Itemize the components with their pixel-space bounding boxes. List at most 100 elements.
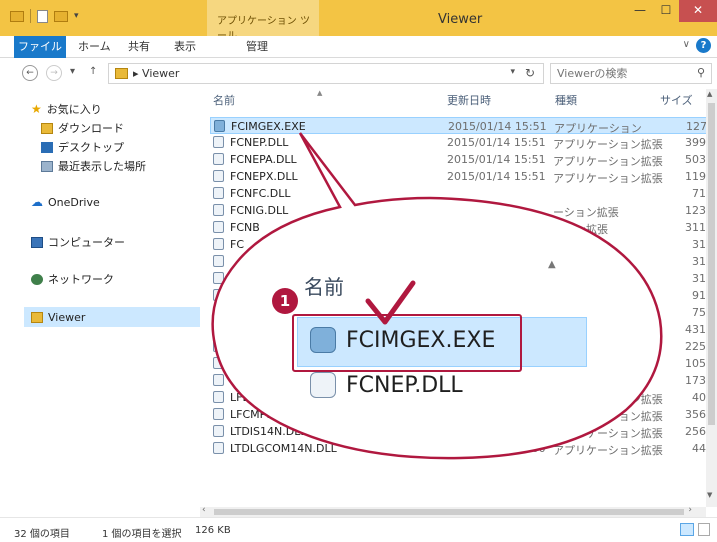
nav-computer[interactable]: コンピューター xyxy=(31,234,125,250)
table-row[interactable]: 91 xyxy=(210,287,706,304)
file-name: FCNFC.DLL xyxy=(230,187,291,200)
table-row[interactable]: FCNB ション拡張 311 xyxy=(210,219,706,236)
address-bar[interactable]: ▸ Viewer ▾ ↻ xyxy=(108,63,544,84)
table-row[interactable]: 431 xyxy=(210,321,706,338)
table-row[interactable]: LFCMP14N.DLL 2:00 アプリケーション拡張 356 xyxy=(210,406,706,423)
table-row[interactable]: FCNEP.DLL 2015/01/14 15:51 アプリケーション拡張 399 xyxy=(210,134,706,151)
file-name: LFBMP14N.DLL xyxy=(230,391,313,404)
nav-label: コンピューター xyxy=(48,236,125,249)
file-date: 2015/01/14 15:51 xyxy=(447,170,546,183)
quick-access-toolbar: ▾ xyxy=(10,9,79,23)
search-box[interactable]: ⚲ xyxy=(550,63,712,84)
maximize-button[interactable]: ☐ xyxy=(653,0,679,22)
table-row[interactable]: 31 xyxy=(210,270,706,287)
table-row[interactable]: IK 拡張 105 xyxy=(210,355,706,372)
nav-recent[interactable]: 最近表示した場所 xyxy=(41,158,146,174)
nav-downloads[interactable]: ダウンロード xyxy=(41,120,124,136)
file-date: 2:00 xyxy=(447,408,472,421)
context-tab-header: アプリケーション ツール xyxy=(207,0,319,42)
scroll-up-icon[interactable]: ▲ xyxy=(707,90,712,98)
file-name: FCNEPA.DLL xyxy=(230,153,297,166)
close-button[interactable]: ✕ xyxy=(679,0,717,22)
dll-file-icon xyxy=(213,442,224,454)
nav-label: OneDrive xyxy=(48,195,100,209)
column-header-size[interactable]: サイズ xyxy=(660,92,693,108)
tab-home[interactable]: ホーム xyxy=(78,38,111,56)
tab-manage[interactable]: 管理 xyxy=(246,38,268,56)
table-row[interactable]: LFBMP14N.DLL アプリケーション拡張 40 xyxy=(210,389,706,406)
tab-view[interactable]: 表示 xyxy=(174,38,196,56)
file-size: 91 xyxy=(692,289,706,302)
column-header-type[interactable]: 種類 xyxy=(555,92,577,108)
back-button[interactable]: ← xyxy=(22,65,38,81)
file-name: LFCMP14N.DLL xyxy=(230,408,313,421)
scroll-left-icon[interactable]: ‹ xyxy=(202,505,206,515)
new-folder-icon[interactable] xyxy=(54,10,68,22)
table-row[interactable]: FCNFC.DLL 71 xyxy=(210,185,706,202)
refresh-icon[interactable]: ↻ xyxy=(525,66,535,80)
table-row[interactable]: FC 拡張 31 xyxy=(210,236,706,253)
dll-file-icon xyxy=(213,425,224,437)
dll-file-icon xyxy=(213,391,224,403)
file-type: 拡張 xyxy=(553,376,575,389)
file-size: 31 xyxy=(692,272,706,285)
column-header-date[interactable]: 更新日時 xyxy=(447,92,491,108)
search-input[interactable] xyxy=(557,66,685,81)
customize-toolbar-chevron-icon[interactable]: ▾ xyxy=(74,11,79,21)
table-row[interactable]: IK7JPE 拡張 173 xyxy=(210,372,706,389)
table-row[interactable]: LTDLGCOM14N.DLL 2006/08/21 12:00 アプリケーション拡… xyxy=(210,440,706,457)
table-row[interactable]: FCIMGEX.EXE 2015/01/14 15:51 アプリケーション 127 xyxy=(210,117,706,135)
details-view-icon[interactable] xyxy=(680,523,694,536)
dll-file-icon xyxy=(213,323,224,335)
file-name: FC xyxy=(230,238,245,251)
table-row[interactable]: FCNIG.DLL ーション拡張 123 xyxy=(210,202,706,219)
table-row[interactable]: 225 xyxy=(210,338,706,355)
dll-file-icon xyxy=(213,374,224,386)
table-row[interactable]: 75 xyxy=(210,304,706,321)
tab-share[interactable]: 共有 xyxy=(128,38,150,56)
downloads-folder-icon xyxy=(41,122,53,134)
nav-label: ネットワーク xyxy=(48,273,114,286)
dll-file-icon xyxy=(213,136,224,148)
horizontal-scrollbar[interactable]: ‹ › xyxy=(200,505,706,517)
properties-icon[interactable] xyxy=(37,9,48,23)
tab-file[interactable]: ファイル xyxy=(14,36,66,58)
forward-button[interactable]: → xyxy=(46,65,62,81)
nav-viewer-folder[interactable]: Viewer xyxy=(24,307,200,327)
expand-ribbon-chevron-icon[interactable]: ∨ xyxy=(683,39,690,50)
nav-network[interactable]: ネットワーク xyxy=(31,271,114,287)
scroll-right-icon[interactable]: › xyxy=(688,505,692,515)
address-dropdown-chevron-icon[interactable]: ▾ xyxy=(510,67,515,77)
breadcrumb[interactable]: ▸ Viewer xyxy=(133,67,179,80)
large-icons-view-icon[interactable] xyxy=(698,523,710,536)
column-header-name[interactable]: 名前 xyxy=(213,92,235,108)
search-icon[interactable]: ⚲ xyxy=(697,66,705,79)
selection-size: 126 KB xyxy=(195,525,231,536)
file-date: 2015/01/14 15:51 xyxy=(447,153,546,166)
item-count: 32 個の項目 xyxy=(14,529,70,540)
file-list: 名前 ▲ 更新日時 種類 サイズ FCIMGEX.EXE 2015/01/14 1… xyxy=(200,89,706,507)
scroll-down-icon[interactable]: ▼ xyxy=(707,491,712,499)
dll-file-icon xyxy=(213,238,224,250)
nav-desktop[interactable]: デスクトップ xyxy=(41,139,124,155)
file-date: 2015/01/14 15:51 xyxy=(447,136,546,149)
computer-icon xyxy=(31,236,43,248)
table-row[interactable]: FCNEPX.DLL 2015/01/14 15:51 アプリケーション拡張 119 xyxy=(210,168,706,185)
folder-icon[interactable] xyxy=(10,10,24,22)
vertical-scroll-thumb[interactable] xyxy=(708,103,715,425)
recent-locations-chevron-icon[interactable]: ▾ xyxy=(70,66,75,77)
nav-onedrive[interactable]: ☁ OneDrive xyxy=(31,195,100,209)
table-row[interactable]: 31 xyxy=(210,253,706,270)
sort-ascending-icon: ▲ xyxy=(317,89,323,97)
status-bar: 32 個の項目 1 個の項目を選択 126 KB xyxy=(0,517,717,542)
folder-icon xyxy=(115,68,128,79)
horizontal-scroll-thumb[interactable] xyxy=(214,509,684,515)
vertical-scrollbar[interactable]: ▲ ▼ xyxy=(706,89,717,507)
minimize-button[interactable]: — xyxy=(627,0,653,22)
help-icon[interactable]: ? xyxy=(696,38,711,53)
file-size: 225 xyxy=(685,340,706,353)
nav-favorites[interactable]: ★ お気に入り xyxy=(31,101,102,117)
table-row[interactable]: FCNEPA.DLL 2015/01/14 15:51 アプリケーション拡張 503 xyxy=(210,151,706,168)
up-button[interactable]: ↑ xyxy=(89,66,97,77)
table-row[interactable]: LTDIS14N.DLL 2006/08/21 12:00 アプリケーション拡張 25… xyxy=(210,423,706,440)
